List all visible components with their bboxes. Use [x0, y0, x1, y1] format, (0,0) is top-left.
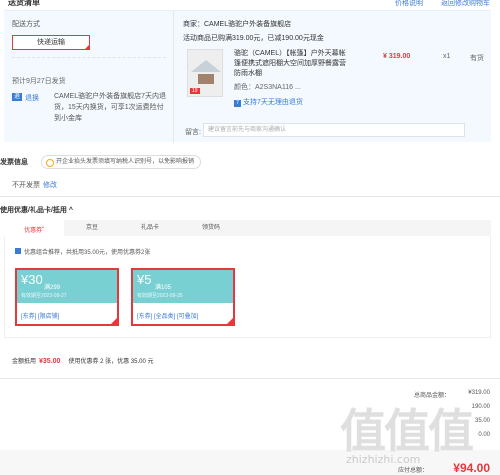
invoice-title: 发票信息 [0, 159, 28, 166]
return-7day-icon: 7 [234, 100, 241, 107]
stock-status: 有货 [470, 55, 484, 62]
tab-coupons[interactable]: 优惠券• [4, 220, 64, 236]
price-info-link[interactable]: 价格说明 [395, 0, 423, 7]
combo-text: 优惠组合推荐，共抵用35.00元，使用优惠券2张 [24, 250, 151, 256]
section-title: 送货清单 [8, 0, 40, 7]
return-note: CAMEL骆驼户外装备旗舰店7天内退货，15天内换货，可享1次运费险付到小金库 [54, 93, 167, 122]
order-items-area: 商家：CAMEL骆驼户外装备旗舰店 活动商品已购满319.00元，已减190.0… [179, 11, 489, 143]
return-tag-icon: 退 [12, 93, 23, 101]
coupon-expiry: 有效期至2023-09-25 [137, 293, 183, 299]
coupon-expiry: 有效期至2023-09-27 [21, 293, 67, 299]
memo-input[interactable]: 建议留言前先与商家沟通确认 [203, 123, 465, 137]
coupon-amount: ¥30 [21, 272, 43, 287]
product-color: 颜色：A2S3NA116 ... [234, 84, 301, 91]
divider [0, 196, 500, 197]
checkout-page: 送货清单 价格说明 返回修改购物车 配送方式 快递运输 预计9月27日发货 退 … [0, 0, 500, 475]
watermark-text: 值值值 [340, 405, 474, 457]
coupon-section-title[interactable]: 使用优惠/礼品卡/抵用 ^ [0, 205, 73, 215]
memo-label: 留言: [185, 129, 201, 136]
express-button[interactable]: 快递运输 [12, 35, 90, 50]
coupon-tabs: 优惠券• 京豆 礼品卡 领货码 [4, 220, 491, 236]
invoice-value: 不开发票 修改 [12, 180, 57, 190]
return-policy-label: 支持7天无理由退货 [243, 99, 303, 106]
coupon-condition: 满105 [155, 285, 172, 291]
discount-total: 金额抵用 ¥35.00 使用优惠券 2 张，优惠 35.00 元 [12, 356, 153, 365]
ship-date: 预计9月27日发货 [12, 78, 66, 85]
divider [0, 378, 500, 379]
back-to-cart-link[interactable]: 返回修改购物车 [441, 0, 490, 7]
header-bar: 送货清单 价格说明 返回修改购物车 [0, 0, 500, 10]
selected-check-icon [225, 316, 235, 326]
tent-shape [191, 60, 221, 72]
tab-pickup-code[interactable]: 领货码 [180, 220, 242, 236]
product-price: ¥ 319.00 [383, 53, 411, 60]
product-qty: x1 [443, 53, 451, 60]
product-thumbnail[interactable]: 19 [187, 49, 223, 97]
watermark-url: zhizhizhi.com [346, 453, 421, 466]
coupon-card[interactable]: ¥5 满105 有效期至2023-09-25 [东券] [全品类] [可叠加] [131, 268, 235, 326]
shop-name: 商家：CAMEL骆驼户外装备旗舰店 [183, 21, 292, 28]
thumb-badge: 19 [190, 88, 200, 94]
invoice-tip: 开企业抬头发票须填写纳税人识别号，以免影响报销 [41, 155, 202, 169]
divider [12, 57, 166, 58]
header-links: 价格说明 返回修改购物车 [379, 0, 490, 8]
product-name-link[interactable]: 骆驼（CAMEL）【帐篷】户外天幕帐篷便携式遮阳棚大空间加厚野餐露营防雨水棚 [234, 49, 349, 79]
tab-gift-card[interactable]: 礼品卡 [120, 220, 180, 236]
promo-text: 活动商品已购满319.00元，已减190.00元现金 [183, 35, 324, 42]
coupon-tags: [东券] [限店铺] [21, 314, 60, 320]
tab-jd-beans[interactable]: 京豆 [64, 220, 120, 236]
return-policy: 7 支持7天无理由退货 [234, 97, 303, 107]
coupon-card[interactable]: ¥30 满299 有效期至2023-09-27 [东券] [限店铺] [15, 268, 119, 326]
selected-check-icon [109, 316, 119, 326]
discount-value: ¥35.00 [39, 358, 61, 365]
coupon-top: ¥5 满105 有效期至2023-09-25 [133, 270, 233, 303]
combo-checkbox[interactable] [15, 248, 21, 254]
watermark-logo: 值值值 zhizhizhi.com [340, 395, 490, 475]
chair-shape [198, 74, 214, 84]
method-label: 配送方式 [12, 21, 40, 28]
shipping-panel: 配送方式 快递运输 预计9月27日发货 退 退换 CAMEL骆驼户外装备旗舰店7… [4, 10, 491, 143]
discount-detail: 使用优惠券 2 张，优惠 35.00 元 [68, 359, 154, 365]
coupon-amount: ¥5 [137, 272, 152, 287]
invoice-type: 不开发票 [12, 182, 40, 189]
invoice-edit-link[interactable]: 修改 [43, 182, 57, 189]
return-tag-label: 退换 [25, 95, 39, 102]
discount-label: 金额抵用 [12, 359, 37, 365]
coupon-tags: [东券] [全品类] [可叠加] [137, 314, 199, 320]
coupon-condition: 满299 [44, 285, 61, 291]
shipping-method-area: 配送方式 快递运输 预计9月27日发货 退 退换 CAMEL骆驼户外装备旗舰店7… [4, 11, 174, 143]
coupon-top: ¥30 满299 有效期至2023-09-27 [17, 270, 117, 303]
